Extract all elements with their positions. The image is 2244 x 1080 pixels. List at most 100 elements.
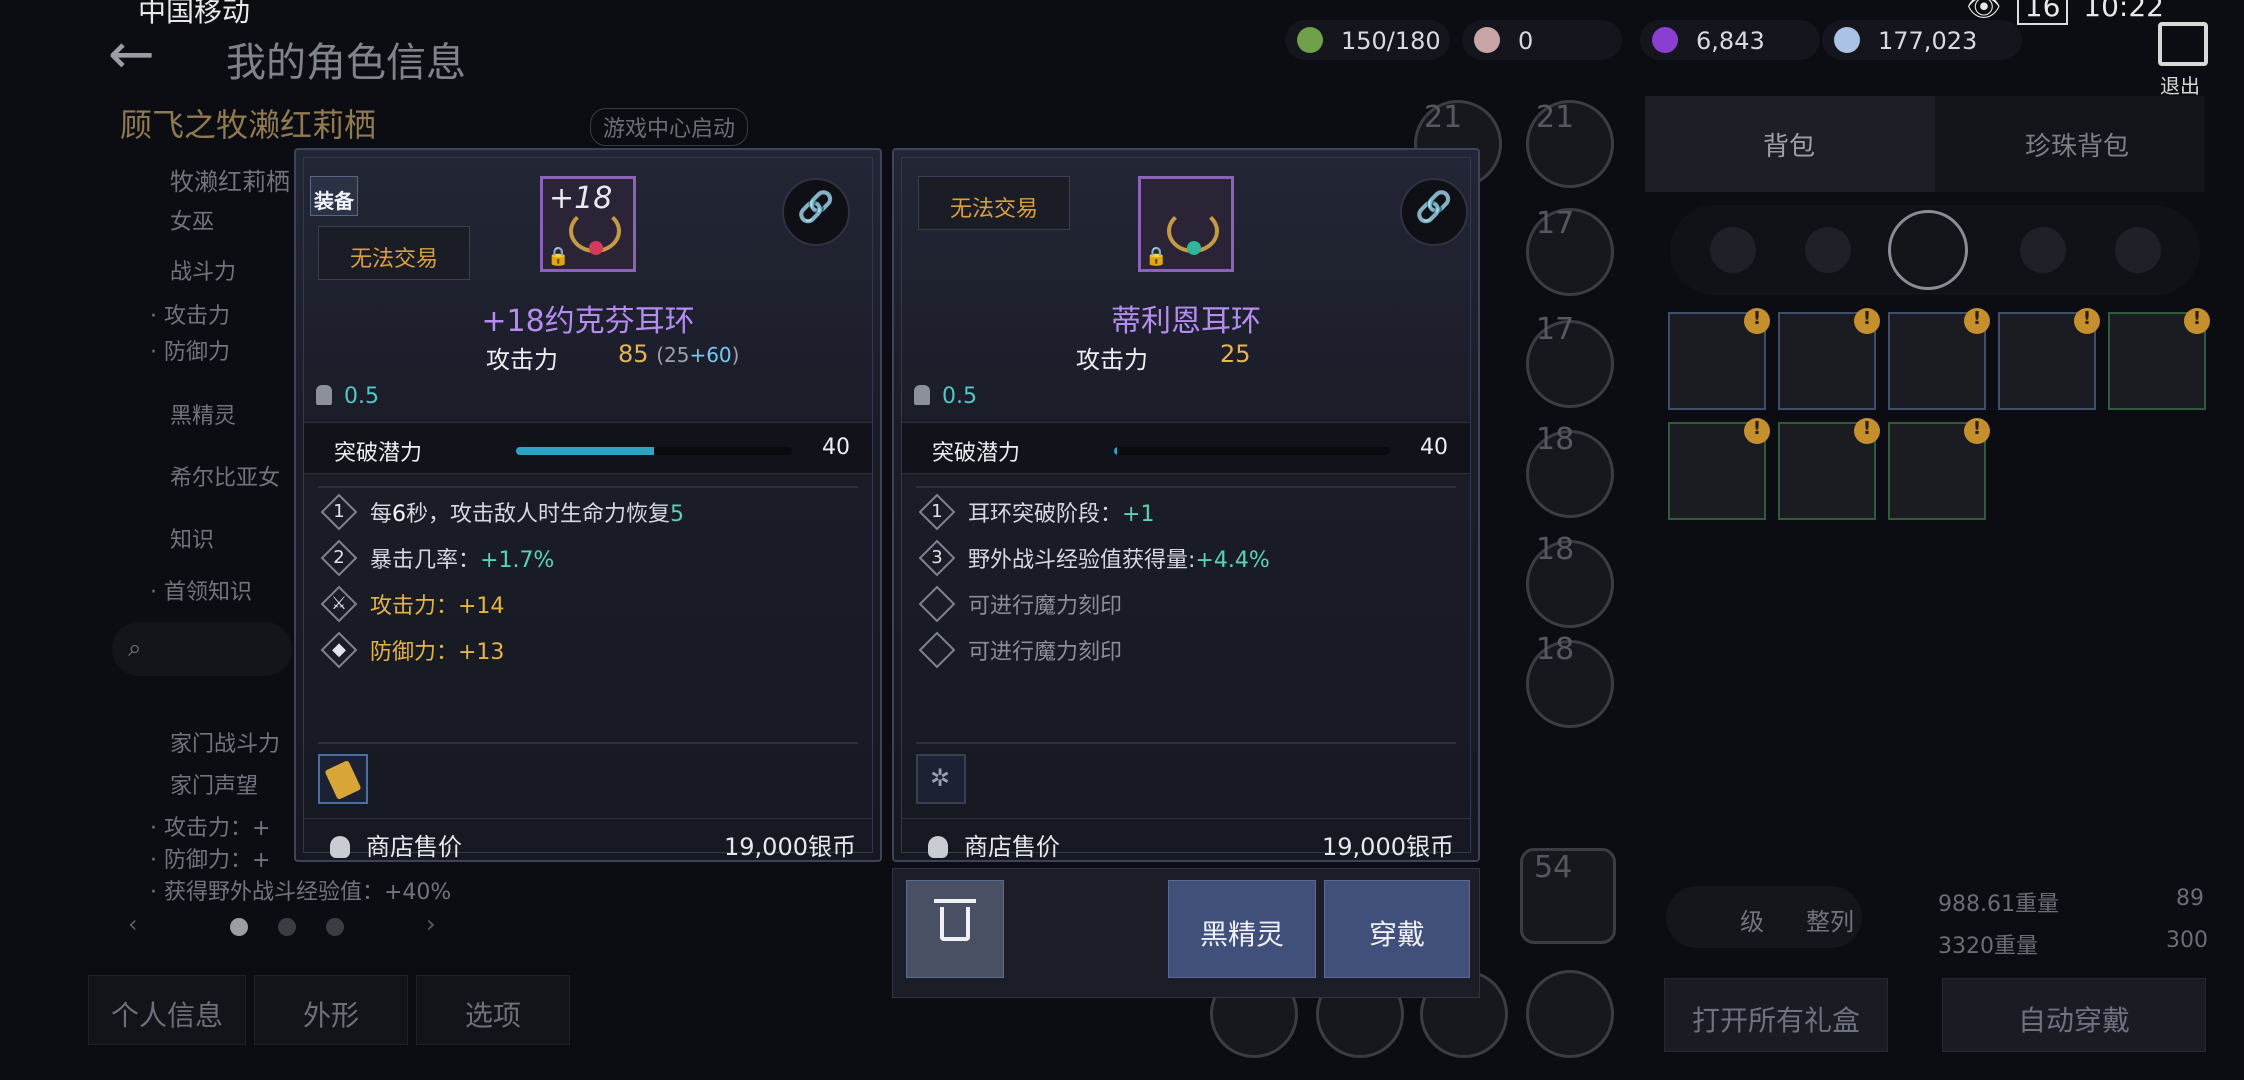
armor-category-icon[interactable]	[1805, 227, 1851, 273]
item-name: 蒂利恩耳环	[1111, 304, 1261, 339]
character-name: 顾飞之牧濑红莉栖	[120, 106, 377, 144]
option-field-exp: 3 野外战斗经验值获得量:+4.4%	[918, 539, 1270, 577]
inventory-slot[interactable]: !	[1888, 418, 1990, 520]
delete-button[interactable]	[906, 880, 1004, 978]
weight-icon	[316, 385, 332, 405]
empty-diamond-icon	[918, 631, 956, 669]
stat-row[interactable]: 黑精灵	[170, 398, 236, 430]
breakthrough-row: 突破潜力 40	[304, 422, 872, 474]
stat-row: · 获得野外战斗经验值：+40%	[150, 880, 452, 905]
item-name: +18约克芬耳环	[481, 304, 695, 339]
warning-icon: !	[2184, 308, 2210, 334]
currency-silver: 177,023	[1822, 20, 2022, 60]
tab-appearance[interactable]: 外形	[254, 975, 408, 1045]
page-next-icon[interactable]: ›	[426, 910, 436, 938]
price-label: 商店售价	[366, 833, 462, 861]
warning-icon: !	[1964, 418, 1990, 444]
sort-toggle[interactable]: 级 整列	[1666, 886, 1862, 948]
auto-equip-button[interactable]: 自动穿戴	[1942, 978, 2206, 1052]
inventory-slot[interactable]: !	[1668, 308, 1770, 410]
link-icon[interactable]: 🔗	[782, 178, 850, 246]
equip-level: 18	[1536, 632, 1575, 667]
warning-icon: !	[1854, 308, 1880, 334]
inventory-slot[interactable]: !	[1998, 308, 2100, 410]
black-spirit-button[interactable]: 黑精灵	[1168, 880, 1316, 978]
potion-category-icon[interactable]	[2115, 227, 2161, 273]
empty-socket[interactable]: ✲	[916, 754, 966, 804]
game-center-badge[interactable]: 游戏中心启动	[590, 108, 749, 146]
stat-row[interactable]: 战斗力	[170, 254, 236, 286]
weight-value: 0.5	[344, 384, 379, 409]
tier-1-icon: 1	[918, 493, 956, 531]
inventory-slot[interactable]: !	[1888, 308, 1990, 410]
stat-row: 家门声望	[170, 774, 259, 799]
back-arrow-icon[interactable]: ←	[108, 22, 155, 87]
bag-count-max: 300	[2166, 928, 2208, 953]
open-all-label: 打开所有礼盒	[1691, 1004, 1860, 1037]
weapon-category-icon[interactable]	[1710, 227, 1756, 273]
warning-icon: !	[1744, 308, 1770, 334]
equip-slot[interactable]	[1526, 970, 1614, 1058]
crystal-socket[interactable]	[318, 754, 368, 804]
option-attack: ⚔ 攻击力：+14	[320, 585, 504, 623]
stat-row: · 攻击力：+	[150, 816, 271, 841]
breakthrough-bar	[1114, 447, 1390, 455]
currency-pearl: 0	[1462, 20, 1622, 60]
open-all-boxes-button[interactable]: 打开所有礼盒	[1664, 978, 1888, 1052]
weight-max: 3320重量	[1938, 934, 2038, 959]
stat-label: 攻击力	[486, 346, 558, 374]
weight-value: 0.5	[942, 384, 977, 409]
breakthrough-value: 40	[822, 435, 850, 460]
option-regen: 1 每6秒，攻击敌人时生命力恢复5	[320, 493, 684, 531]
stat-row[interactable]: 知识	[170, 522, 214, 554]
inventory-tabs: 背包 珍珠背包	[1645, 96, 2205, 192]
currency-crystal: 6,843	[1640, 20, 1820, 60]
page-prev-icon[interactable]: ‹	[128, 910, 138, 938]
breakthrough-fill	[1114, 447, 1117, 455]
option-engrave-slot: 可进行魔力刻印	[918, 585, 1122, 623]
page-dot	[326, 918, 344, 936]
wear-button[interactable]: 穿戴	[1324, 880, 1470, 978]
lock-icon: 🔒	[547, 246, 570, 267]
exit-icon[interactable]	[2158, 22, 2208, 66]
inventory-slot[interactable]: !	[2108, 308, 2210, 410]
breakthrough-value: 40	[1420, 435, 1448, 460]
inventory-slot[interactable]: !	[1668, 418, 1770, 520]
stat-row: 牧濑红莉栖	[170, 168, 290, 196]
tab-pearl-bag[interactable]: 珍珠背包	[2025, 126, 2129, 163]
category-filter-bar	[1670, 205, 2200, 295]
page-dot	[278, 918, 296, 936]
breakthrough-label: 突破潜力	[334, 441, 423, 466]
option-defense: ◆ 防御力：+13	[320, 631, 504, 669]
pearl-icon	[1474, 27, 1500, 53]
stat-row[interactable]: 希尔比亚女	[170, 460, 280, 492]
stat-row: · 攻击力	[150, 304, 230, 329]
equip-level: 17	[1536, 206, 1575, 241]
trash-icon	[934, 899, 976, 941]
tier-1-icon: 1	[320, 493, 358, 531]
equip-level: 21	[1424, 100, 1463, 135]
energy-icon	[1297, 27, 1323, 53]
tab-options[interactable]: 选项	[416, 975, 570, 1045]
sort-level-label: 级	[1740, 908, 1764, 936]
option-break-stage: 1 耳环突破阶段：+1	[918, 493, 1154, 531]
inventory-slot[interactable]: !	[1778, 418, 1880, 520]
accessory-category-icon[interactable]	[1888, 210, 1968, 290]
bag-count-current: 89	[2176, 886, 2204, 911]
star-icon: ✲	[930, 764, 951, 792]
gem-category-icon[interactable]	[2020, 227, 2066, 273]
shop-price-row: 商店售价 19,000银币	[304, 818, 872, 861]
weight-icon	[914, 385, 930, 405]
breakthrough-bar	[516, 447, 792, 455]
breakthrough-label: 突破潜力	[932, 441, 1021, 466]
shield-icon: ◆	[320, 631, 358, 669]
price-value: 19,000银币	[724, 833, 856, 861]
breakthrough-row: 突破潜力 40	[902, 422, 1470, 474]
tab-personal-info[interactable]: 个人信息	[88, 975, 246, 1045]
search-pill[interactable]: ⌕	[112, 622, 292, 676]
silver-icon	[1834, 27, 1860, 53]
silver-value: 177,023	[1878, 27, 1978, 55]
search-icon: ⌕	[128, 634, 142, 662]
link-icon[interactable]: 🔗	[1400, 178, 1468, 246]
inventory-slot[interactable]: !	[1778, 308, 1880, 410]
